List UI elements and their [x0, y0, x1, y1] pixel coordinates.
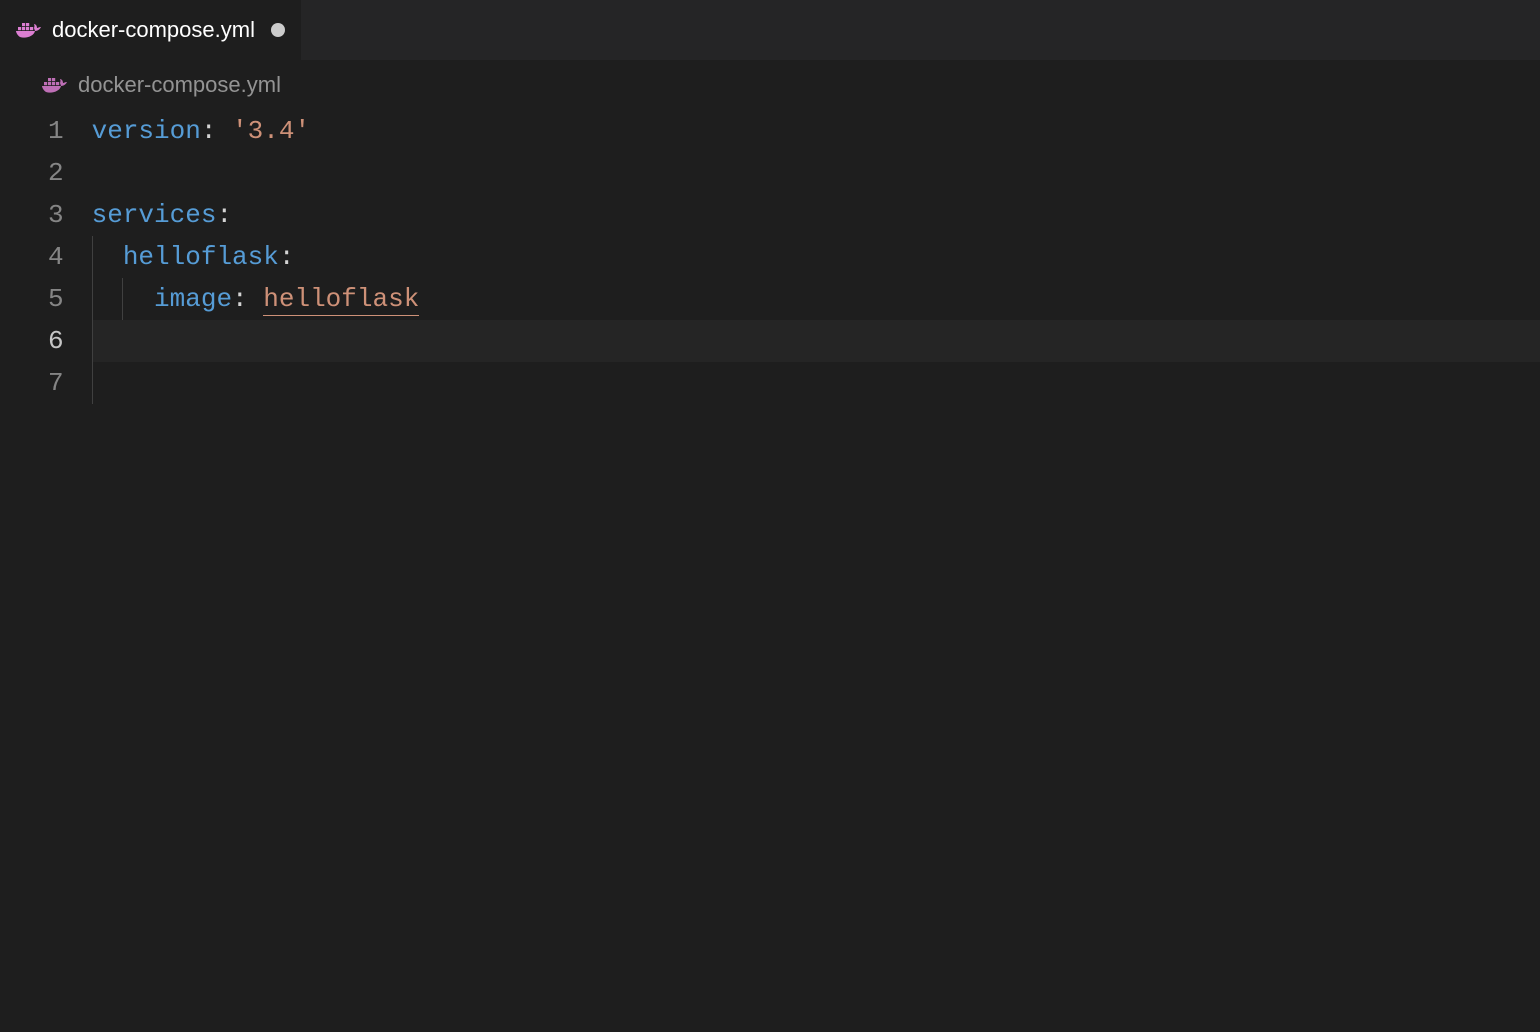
line-number: 5 — [48, 278, 64, 320]
yaml-colon: : — [279, 242, 295, 272]
line-number-gutter: 1 2 3 4 5 6 7 — [0, 110, 92, 404]
yaml-value: helloflask — [263, 284, 419, 316]
yaml-key: image — [154, 284, 232, 314]
yaml-colon: : — [201, 116, 217, 146]
yaml-string: '3.4' — [232, 116, 310, 146]
yaml-key: helloflask — [123, 242, 279, 272]
breadcrumb[interactable]: docker-compose.yml — [0, 60, 1540, 110]
tab-docker-compose[interactable]: docker-compose.yml — [0, 0, 301, 60]
indent-guide-icon — [92, 236, 93, 278]
code-line[interactable]: services: — [92, 194, 1540, 236]
code-editor[interactable]: 1 2 3 4 5 6 7 version: '3.4' services: h… — [0, 110, 1540, 404]
dirty-indicator-icon[interactable] — [271, 23, 285, 37]
docker-icon — [16, 20, 42, 40]
code-line[interactable] — [92, 320, 1540, 362]
breadcrumb-file: docker-compose.yml — [78, 72, 281, 98]
code-line[interactable] — [92, 152, 1540, 194]
line-number: 1 — [48, 110, 64, 152]
yaml-key: services — [92, 200, 217, 230]
line-number: 7 — [48, 362, 64, 404]
indent-guide-icon — [122, 278, 123, 320]
yaml-colon: : — [232, 284, 248, 314]
line-number: 4 — [48, 236, 64, 278]
tab-bar: docker-compose.yml — [0, 0, 1540, 60]
line-number: 6 — [48, 320, 64, 362]
code-line[interactable] — [92, 362, 1540, 404]
code-line[interactable]: helloflask: — [92, 236, 1540, 278]
line-number: 2 — [48, 152, 64, 194]
code-area[interactable]: version: '3.4' services: helloflask: ima… — [92, 110, 1540, 404]
line-number: 3 — [48, 194, 64, 236]
indent-guide-icon — [92, 278, 93, 320]
docker-icon — [42, 75, 68, 95]
code-line[interactable]: version: '3.4' — [92, 110, 1540, 152]
yaml-key: version — [92, 116, 201, 146]
indent-guide-icon — [92, 362, 93, 404]
tab-title: docker-compose.yml — [52, 17, 255, 43]
code-line[interactable]: image: helloflask — [92, 278, 1540, 320]
yaml-colon: : — [216, 200, 232, 230]
indent-guide-icon — [92, 320, 93, 362]
